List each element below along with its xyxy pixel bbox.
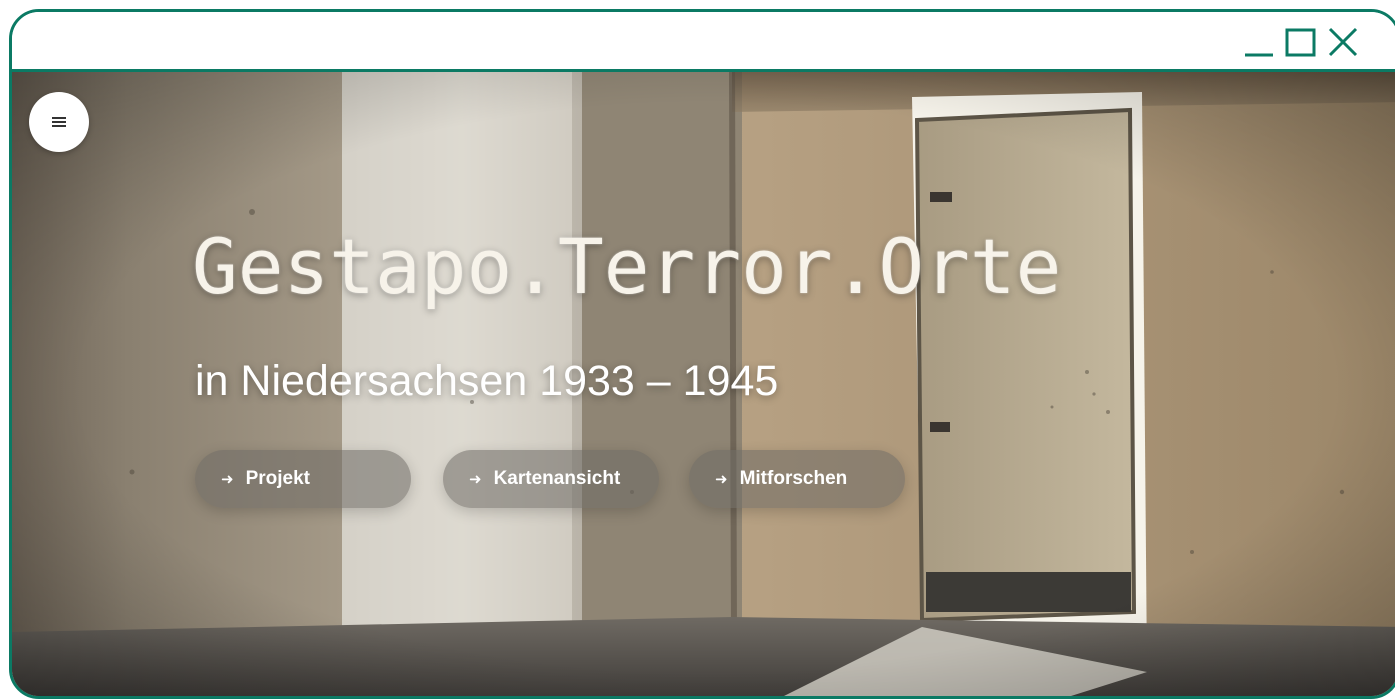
hero-section: Gestapo.Terror.Orte in Niedersachsen 193…	[12, 72, 1395, 696]
arrow-right-icon: ➜	[469, 471, 482, 488]
maximize-button[interactable]	[1284, 26, 1318, 58]
projekt-button-label: Projekt	[245, 468, 310, 489]
close-button[interactable]	[1326, 26, 1360, 58]
close-icon	[1328, 27, 1358, 57]
mitforschen-button-label: Mitforschen	[739, 468, 848, 489]
browser-window: Gestapo.Terror.Orte in Niedersachsen 193…	[9, 9, 1395, 699]
maximize-icon	[1285, 28, 1316, 57]
menu-icon	[52, 117, 66, 127]
title-bar	[12, 12, 1395, 72]
mitforschen-button[interactable]: ➜ Mitforschen	[689, 450, 905, 508]
menu-button[interactable]	[29, 92, 89, 152]
minimize-button[interactable]	[1242, 26, 1276, 58]
window-controls	[1242, 26, 1360, 58]
arrow-right-icon: ➜	[715, 471, 728, 488]
minimize-icon	[1245, 53, 1273, 57]
arrow-right-icon: ➜	[221, 471, 234, 488]
projekt-button[interactable]: ➜ Projekt	[195, 450, 411, 508]
kartenansicht-button-label: Kartenansicht	[493, 468, 621, 489]
kartenansicht-button[interactable]: ➜ Kartenansicht	[443, 450, 659, 508]
hero-subtitle: in Niedersachsen 1933 – 1945	[195, 357, 779, 405]
hero-title: Gestapo.Terror.Orte	[192, 222, 1062, 311]
